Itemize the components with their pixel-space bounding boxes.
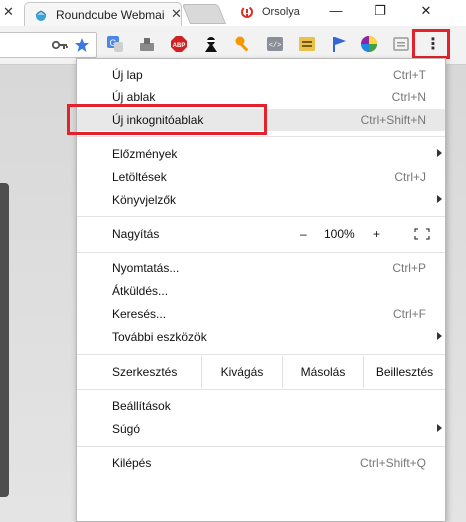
menu-item-label: Letöltések: [112, 170, 167, 184]
key-icon[interactable]: [52, 39, 68, 51]
menu-separator: [77, 136, 445, 137]
bookmark-star-icon[interactable]: [74, 37, 90, 53]
svg-text:</>: </>: [269, 42, 282, 50]
menu-item-label: Könyvjelzők: [112, 193, 177, 207]
menu-item-new-tab[interactable]: Új lap Ctrl+T: [77, 64, 445, 86]
svg-text:ABP: ABP: [173, 43, 186, 49]
profile-name[interactable]: Orsolya: [262, 6, 300, 18]
address-bar[interactable]: [0, 32, 97, 58]
menu-item-shortcut: Ctrl+Shift+Q: [359, 456, 426, 470]
color-wheel-icon[interactable]: [360, 35, 378, 53]
menu-item-label: Átküldés...: [112, 284, 169, 298]
chrome-menu-button[interactable]: ⋮: [412, 29, 450, 59]
tool-icon[interactable]: [138, 35, 156, 53]
code-icon[interactable]: </>: [266, 35, 284, 53]
adblock-plus-icon[interactable]: ABP: [170, 35, 188, 53]
minimize-button[interactable]: —: [326, 3, 346, 21]
menu-item-label: Beállítások: [112, 399, 171, 413]
copy-button[interactable]: Másolás: [282, 356, 363, 388]
roundcube-favicon-icon: [35, 10, 47, 21]
menu-item-print[interactable]: Nyomtatás... Ctrl+P: [77, 257, 445, 279]
zoom-label: Nagyítás: [112, 227, 160, 241]
menu-item-shortcut: Ctrl+Shift+N: [360, 113, 426, 127]
menu-item-label: Keresés...: [112, 307, 167, 321]
menu-item-shortcut: Ctrl+P: [392, 261, 426, 275]
menu-separator: [77, 389, 445, 390]
ninja-icon[interactable]: [202, 35, 220, 53]
menu-separator: [77, 252, 445, 253]
submenu-arrow-icon: [437, 332, 442, 340]
menu-item-more-tools[interactable]: További eszközök: [77, 326, 445, 348]
menu-item-cast[interactable]: Átküldés...: [77, 280, 445, 302]
menu-item-find[interactable]: Keresés... Ctrl+F: [77, 303, 445, 325]
menu-item-shortcut: Ctrl+T: [393, 68, 426, 82]
menu-item-shortcut: Ctrl+N: [391, 90, 426, 104]
prev-tab-close-icon[interactable]: ✕: [3, 4, 17, 20]
menu-item-history[interactable]: Előzmények: [77, 143, 445, 165]
menu-item-label: Nyomtatás...: [112, 261, 180, 275]
profile-sync-icon[interactable]: [240, 5, 254, 19]
close-window-button[interactable]: ✕: [416, 3, 436, 21]
zoom-in-button[interactable]: +: [373, 227, 380, 241]
reader-icon[interactable]: [392, 35, 410, 53]
submenu-arrow-icon: [437, 195, 442, 203]
zoom-out-button[interactable]: –: [300, 227, 307, 241]
menu-item-label: Kilépés: [112, 456, 152, 470]
menu-separator: [77, 216, 445, 217]
submenu-arrow-icon: [437, 424, 442, 432]
cut-button[interactable]: Kivágás: [201, 356, 282, 388]
tab-close-icon[interactable]: ✕: [171, 6, 182, 22]
menu-zoom-row: Nagyítás – 100% +: [77, 220, 445, 248]
page-side-panel: [0, 183, 9, 497]
menu-item-label: További eszközök: [112, 330, 207, 344]
menu-item-bookmarks[interactable]: Könyvjelzők: [77, 189, 445, 211]
menu-item-label: Új lap: [112, 68, 143, 82]
new-tab-button[interactable]: [181, 4, 227, 24]
menu-edit-row: Szerkesztés Kivágás Másolás Beillesztés: [77, 356, 445, 388]
menu-item-help[interactable]: Súgó: [77, 418, 445, 440]
extension-icon[interactable]: [298, 35, 316, 53]
flag-icon[interactable]: [330, 35, 348, 53]
menu-item-exit[interactable]: Kilépés Ctrl+Shift+Q: [77, 452, 445, 474]
menu-item-shortcut: Ctrl+F: [393, 307, 426, 321]
menu-item-settings[interactable]: Beállítások: [77, 395, 445, 417]
tab-roundcube[interactable]: Roundcube Webmail ✕: [24, 2, 182, 27]
incognito-highlight-box: [67, 104, 267, 135]
title-bar: ✕ Roundcube Webmail ✕ Orsolya — ❐ ✕: [0, 0, 466, 27]
edit-label: Szerkesztés: [112, 365, 178, 379]
restore-button[interactable]: ❐: [370, 3, 390, 21]
more-vert-icon: ⋮: [425, 36, 441, 53]
menu-item-label: Előzmények: [112, 147, 178, 161]
menu-separator: [77, 354, 445, 355]
submenu-arrow-icon: [437, 149, 442, 157]
zoom-level: 100%: [324, 227, 355, 241]
menu-separator: [77, 446, 445, 447]
fullscreen-icon[interactable]: [414, 228, 430, 240]
key-orange-icon[interactable]: [234, 35, 252, 53]
menu-item-shortcut: Ctrl+J: [394, 170, 426, 184]
tab-title: Roundcube Webmail: [56, 8, 164, 22]
menu-item-label: Súgó: [112, 422, 141, 436]
menu-item-downloads[interactable]: Letöltések Ctrl+J: [77, 166, 445, 188]
menu-item-label: Új ablak: [112, 90, 156, 104]
translate-icon[interactable]: G: [106, 35, 124, 53]
paste-button[interactable]: Beillesztés: [363, 356, 445, 388]
